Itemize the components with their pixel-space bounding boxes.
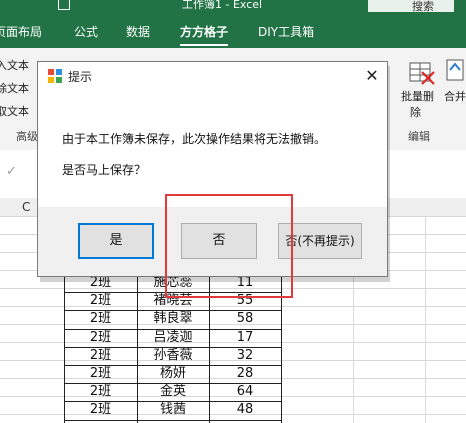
tab-diy-toolbox[interactable]: DIY工具箱 — [258, 23, 314, 40]
column-header-c[interactable]: C — [22, 200, 30, 214]
window-title: 工作簿1 - Excel — [182, 0, 263, 11]
table-cell[interactable]: 2班 — [64, 401, 137, 419]
search-box[interactable]: 搜索 — [368, 0, 454, 13]
highlight-box — [165, 194, 293, 298]
table-border — [64, 310, 281, 312]
table-cell[interactable]: 2班 — [64, 383, 137, 401]
table-cell[interactable]: 孙香薇 — [137, 347, 209, 365]
dialog-body: 由于本工作簿未保存，此次操作结果将无法撤销。 是否马上保存？ — [38, 90, 387, 207]
table-cell[interactable]: 58 — [209, 310, 281, 328]
excel-title-bar: 工作簿1 - Excel 搜索 — [0, 0, 466, 14]
tab-fangfang-gezi[interactable]: 方方格子 — [180, 23, 229, 46]
tab-page-layout[interactable]: 页面布局 — [0, 23, 42, 40]
table-cell[interactable]: 2班 — [64, 310, 137, 328]
grid-column-line — [425, 216, 426, 423]
ribbon-insert-text[interactable]: 入文本 — [0, 57, 29, 73]
ribbon-group-edit: 编辑 — [408, 130, 430, 143]
table-cell[interactable]: 杨妍 — [137, 365, 209, 383]
app-grid-icon — [48, 69, 62, 83]
table-cell[interactable]: 金英 — [137, 383, 209, 401]
table-border — [64, 383, 281, 385]
ribbon-extract-text[interactable]: 取文本 — [0, 103, 29, 119]
batch-delete-icon — [409, 62, 435, 85]
dialog-title: 提示 — [68, 70, 93, 84]
dialog-message-line-2: 是否马上保存？ — [62, 163, 147, 177]
dialog-title-bar[interactable]: 提示 ✕ — [38, 62, 387, 90]
table-border — [64, 419, 281, 421]
table-border — [64, 328, 281, 330]
dialog-message-line-1: 由于本工作簿未保存，此次操作结果将无法撤销。 — [62, 132, 327, 146]
ribbon-tab-bar: 页面布局 公式 数据 方方格子 DIY工具箱 — [0, 14, 466, 48]
table-cell[interactable]: 48 — [209, 401, 281, 419]
batch-delete-label-2[interactable]: 除 — [410, 104, 421, 120]
table-cell[interactable]: 28 — [209, 365, 281, 383]
table-cell[interactable]: 2班 — [64, 329, 137, 347]
tab-formulas[interactable]: 公式 — [74, 23, 98, 40]
table-border — [64, 365, 281, 366]
tab-data[interactable]: 数据 — [126, 23, 150, 40]
ribbon-group-advanced: 高级 — [16, 130, 38, 143]
merge-label[interactable]: 合并转 — [444, 88, 466, 104]
table-cell[interactable]: 钱茜 — [137, 401, 209, 419]
batch-delete-label-1[interactable]: 批量删 — [401, 88, 434, 104]
table-cell[interactable]: 64 — [209, 383, 281, 401]
table-border — [64, 346, 281, 348]
yes-button[interactable]: 是 — [78, 223, 154, 259]
search-label: 搜索 — [412, 0, 434, 13]
table-cell[interactable]: 32 — [209, 347, 281, 365]
checkmark-icon[interactable]: ✓ — [6, 164, 17, 179]
table-cell[interactable]: 吕凌迦 — [137, 329, 209, 347]
table-cell[interactable]: 韩良翠 — [137, 310, 209, 328]
table-border — [64, 401, 281, 403]
table-cell[interactable]: 17 — [209, 329, 281, 347]
table-cell[interactable]: 2班 — [64, 347, 137, 365]
merge-icon — [446, 59, 464, 81]
table-cell[interactable]: 2班 — [64, 365, 137, 383]
ribbon-delete-text[interactable]: 除文本 — [0, 80, 29, 96]
close-icon[interactable]: ✕ — [361, 65, 383, 87]
save-icon[interactable] — [58, 0, 70, 10]
table-cell[interactable]: 2班 — [64, 292, 137, 310]
